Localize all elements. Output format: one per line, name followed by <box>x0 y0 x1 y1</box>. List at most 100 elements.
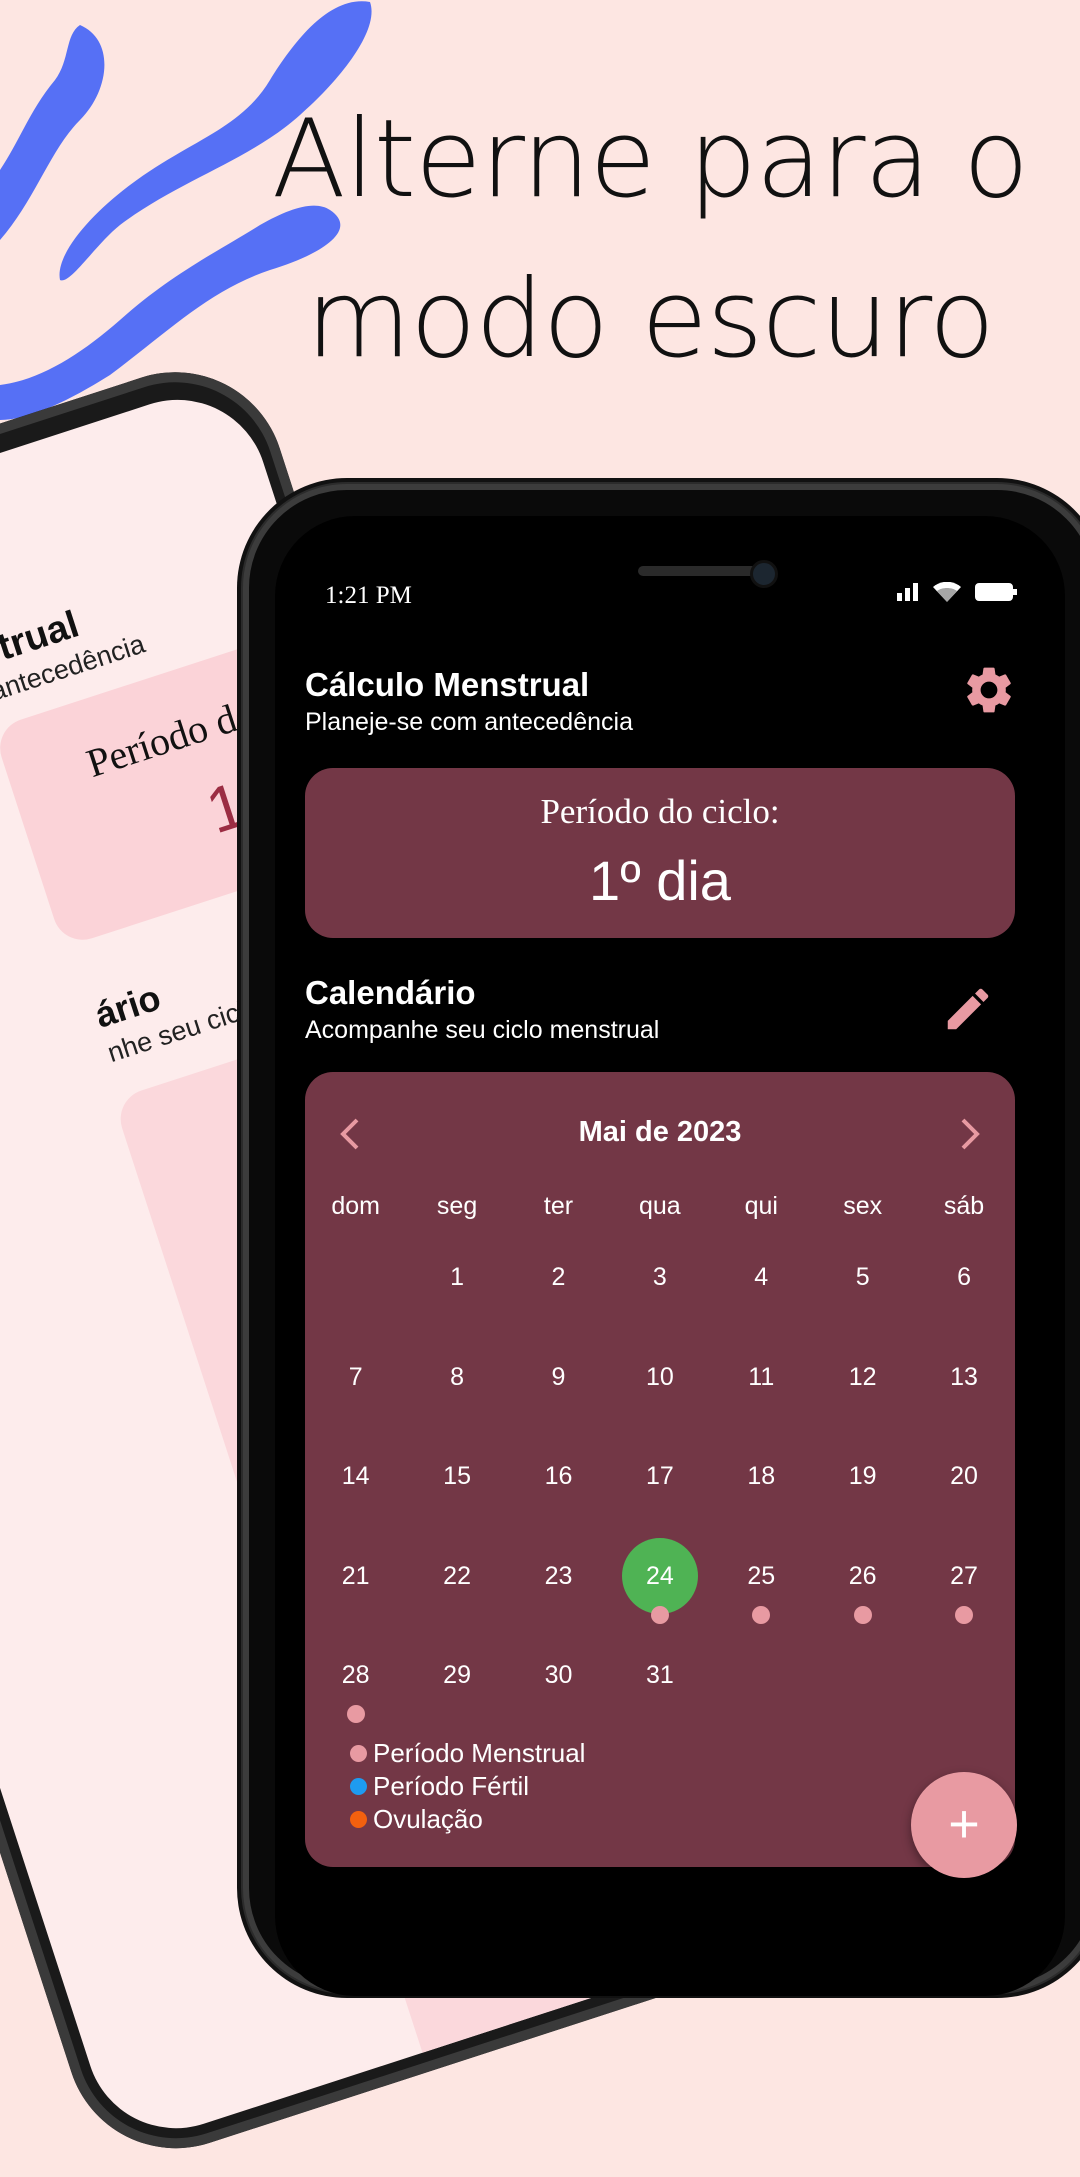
day-cell-26[interactable]: 26 <box>812 1556 913 1656</box>
day-cell-2[interactable]: 2 <box>508 1257 609 1357</box>
day-number: 23 <box>544 1561 573 1590</box>
calendar-subtitle: Acompanhe seu ciclo menstrual <box>305 1016 660 1044</box>
calendar-legend: Período Menstrual Período Fértil Ovulação <box>350 1737 585 1836</box>
menstrual-period-dot <box>853 1605 872 1624</box>
day-number: 26 <box>848 1561 877 1590</box>
day-number: 19 <box>848 1462 877 1490</box>
day-cell-23[interactable]: 23 <box>508 1556 609 1656</box>
legend-dot <box>350 1811 367 1828</box>
day-number: 21 <box>341 1561 370 1590</box>
app-title: Cálculo Menstrual <box>305 666 590 703</box>
front-camera <box>750 560 778 588</box>
day-cell-6[interactable]: 6 <box>913 1257 1014 1357</box>
menstrual-period-dot <box>346 1705 365 1723</box>
day-cell-5[interactable]: 5 <box>812 1257 913 1357</box>
day-number: 16 <box>544 1462 573 1490</box>
weekday-label: seg <box>436 1192 478 1220</box>
day-number: 15 <box>443 1462 471 1490</box>
day-number: 2 <box>551 1263 566 1291</box>
day-cell-25[interactable]: 25 <box>711 1556 812 1656</box>
add-button[interactable]: + <box>911 1772 1017 1878</box>
day-number: 28 <box>341 1661 370 1689</box>
day-cell-9[interactable]: 9 <box>508 1357 609 1457</box>
day-cell-13[interactable]: 13 <box>913 1357 1014 1457</box>
day-number: 3 <box>652 1263 667 1291</box>
weekday-label: qua <box>639 1192 681 1220</box>
legend-item: Ovulação <box>350 1803 585 1836</box>
day-cell-24[interactable]: 24 <box>609 1537 710 1656</box>
day-number: 10 <box>645 1362 674 1391</box>
cycle-card: Período do ciclo: 1º dia <box>305 768 1015 938</box>
legend-dot <box>350 1778 367 1795</box>
signal-icon <box>897 583 918 601</box>
weekday-header: dom seg ter qua qui sex sáb <box>305 1192 1015 1221</box>
day-number: 22 <box>443 1561 471 1590</box>
headline: Alterne para o modo escuro <box>270 80 1030 400</box>
legend-label: Ovulação <box>373 1804 483 1834</box>
day-number: 8 <box>450 1362 465 1391</box>
day-cell-20[interactable]: 20 <box>913 1456 1014 1556</box>
day-number: 25 <box>747 1561 776 1590</box>
headline-line-2: modo escuro <box>306 257 995 382</box>
day-number: 6 <box>957 1263 971 1291</box>
day-number: 20 <box>950 1462 978 1490</box>
battery-icon <box>975 583 1017 601</box>
headline-line-1: Alterne para o <box>271 97 1029 222</box>
weekday-label: dom <box>331 1192 381 1220</box>
legend-dot <box>350 1745 367 1762</box>
day-number: 13 <box>950 1362 978 1391</box>
day-cell-10[interactable]: 10 <box>609 1357 710 1457</box>
day-cell-19[interactable]: 19 <box>812 1456 913 1556</box>
day-number: 7 <box>348 1362 363 1391</box>
calendar-card: Mai de 2023 dom seg ter qua qui sex sáb 123456… <box>305 1072 1015 1867</box>
calendar-title: Calendário <box>305 974 476 1011</box>
day-number: 9 <box>551 1362 566 1391</box>
wifi-icon <box>933 582 961 602</box>
weekday-label: sex <box>843 1192 883 1220</box>
day-number: 31 <box>645 1661 674 1689</box>
day-cell-1[interactable]: 1 <box>406 1257 507 1357</box>
day-cell-11[interactable]: 11 <box>711 1357 812 1457</box>
weekday-label: qui <box>744 1192 778 1220</box>
day-cell-3[interactable]: 3 <box>609 1257 710 1357</box>
day-cell-14[interactable]: 14 <box>305 1456 406 1556</box>
status-time: 1:21 PM <box>325 582 412 609</box>
pencil-icon[interactable] <box>941 982 995 1036</box>
day-number: 1 <box>450 1263 465 1291</box>
day-number: 12 <box>848 1362 877 1391</box>
status-icons <box>897 582 1017 602</box>
day-cell-12[interactable]: 12 <box>812 1357 913 1457</box>
day-number: 5 <box>855 1263 870 1291</box>
day-cell-4[interactable]: 4 <box>711 1257 812 1357</box>
day-number: 11 <box>748 1362 775 1391</box>
app-subtitle: Planeje-se com antecedência <box>305 708 633 736</box>
chevron-right-icon[interactable] <box>955 1116 985 1152</box>
day-number: 27 <box>950 1561 978 1590</box>
day-cell-8[interactable]: 8 <box>406 1357 507 1457</box>
legend-item: Período Menstrual <box>350 1737 585 1770</box>
phone-screen: 1:21 PM Cálculo Menstrual Planeje-se com… <box>275 516 1065 1996</box>
cycle-label: Período do ciclo: <box>540 792 780 831</box>
day-number: 24 <box>645 1561 674 1590</box>
day-cell-15[interactable]: 15 <box>406 1456 507 1556</box>
month-title: Mai de 2023 <box>578 1116 742 1148</box>
front-phone-dark-mode: 1:21 PM Cálculo Menstrual Planeje-se com… <box>243 484 1080 1996</box>
day-cell-7[interactable]: 7 <box>305 1357 406 1457</box>
empty-day-cell <box>305 1257 406 1357</box>
weekday-label: ter <box>543 1192 574 1220</box>
day-cell-27[interactable]: 27 <box>913 1556 1014 1656</box>
earpiece-speaker <box>638 566 760 576</box>
day-cell-31[interactable]: 31 <box>609 1655 710 1755</box>
gear-icon[interactable] <box>961 662 1017 718</box>
cycle-day: 1º dia <box>589 849 731 912</box>
day-number: 30 <box>544 1661 573 1689</box>
day-cell-16[interactable]: 16 <box>508 1456 609 1556</box>
day-cell-22[interactable]: 22 <box>406 1556 507 1656</box>
day-number: 18 <box>747 1462 776 1490</box>
day-number: 14 <box>341 1462 370 1490</box>
menstrual-period-dot <box>752 1605 771 1624</box>
legend-label: Período Fértil <box>373 1771 530 1801</box>
day-number: 17 <box>645 1462 674 1490</box>
day-cell-18[interactable]: 18 <box>711 1456 812 1556</box>
day-cell-21[interactable]: 21 <box>305 1556 406 1656</box>
